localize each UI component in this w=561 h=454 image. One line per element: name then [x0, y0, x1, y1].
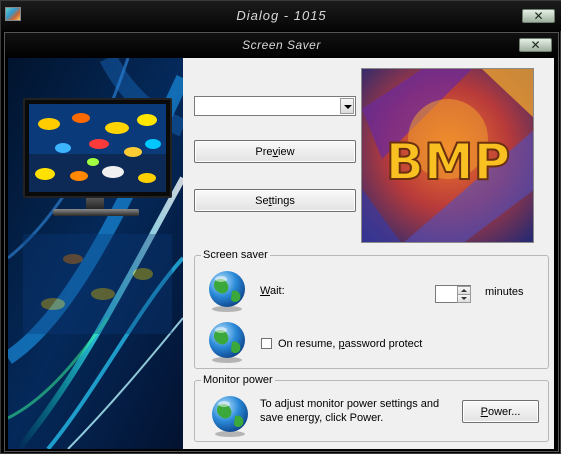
aquarium-image	[29, 104, 166, 192]
dialog-title: Screen Saver	[242, 38, 321, 52]
dialog-close-button[interactable]: ✕	[519, 38, 552, 52]
minutes-label: minutes	[485, 286, 524, 298]
settings-button[interactable]: Settings	[194, 189, 356, 212]
preview-button-label: Preview	[255, 145, 295, 158]
side-banner	[8, 58, 183, 449]
settings-button-label: Settings	[255, 194, 295, 207]
dialog-window: Dialog - 1015 ✕ Screen Saver ✕ Preview S…	[0, 0, 561, 454]
bmp-logo-text: BMP	[386, 133, 511, 191]
power-button[interactable]: Power...	[462, 400, 539, 423]
window-close-button[interactable]: ✕	[522, 9, 555, 23]
screen-saver-dialog: Screen Saver ✕ Preview Settings BMP Scre…	[4, 32, 559, 452]
monitor-reflection	[23, 234, 172, 334]
monitor-stand-base	[53, 209, 139, 216]
spin-down-icon[interactable]	[457, 294, 471, 303]
wait-label: Wait:	[260, 285, 285, 297]
chevron-down-icon[interactable]	[340, 98, 354, 114]
monitor-power-group-label: Monitor power	[201, 374, 275, 386]
window-title: Dialog - 1015	[236, 8, 327, 23]
password-protect-label[interactable]: On resume, password protect	[278, 338, 422, 350]
screensaver-dropdown[interactable]	[194, 96, 356, 116]
dialog-titlebar[interactable]: Screen Saver ✕	[5, 33, 558, 57]
globe-icon	[212, 396, 248, 437]
preview-button[interactable]: Preview	[194, 140, 356, 163]
window-titlebar[interactable]: Dialog - 1015 ✕	[1, 1, 561, 31]
power-description-line1: To adjust monitor power settings and	[260, 398, 440, 410]
reflection-image	[23, 234, 172, 334]
monitor-preview-frame	[23, 98, 172, 198]
bmp-logo-image: BMP	[362, 69, 533, 242]
screen-saver-group-label: Screen saver	[201, 249, 270, 261]
aquarium-thumbnail	[29, 104, 166, 192]
power-button-label: Power...	[480, 405, 521, 418]
globe-icon	[209, 322, 245, 363]
dialog-client-area: Preview Settings BMP Screen saver Wait: …	[8, 58, 554, 449]
password-protect-checkbox[interactable]	[261, 338, 272, 349]
monitor-power-group: Monitor power To adjust monitor power se…	[194, 374, 549, 442]
screensaver-preview-image: BMP	[361, 68, 534, 243]
globe-icon	[209, 271, 245, 312]
screen-saver-group: Screen saver Wait: minutes On resume, pa…	[194, 249, 549, 369]
power-description-line2: save energy, click Power.	[260, 412, 384, 424]
